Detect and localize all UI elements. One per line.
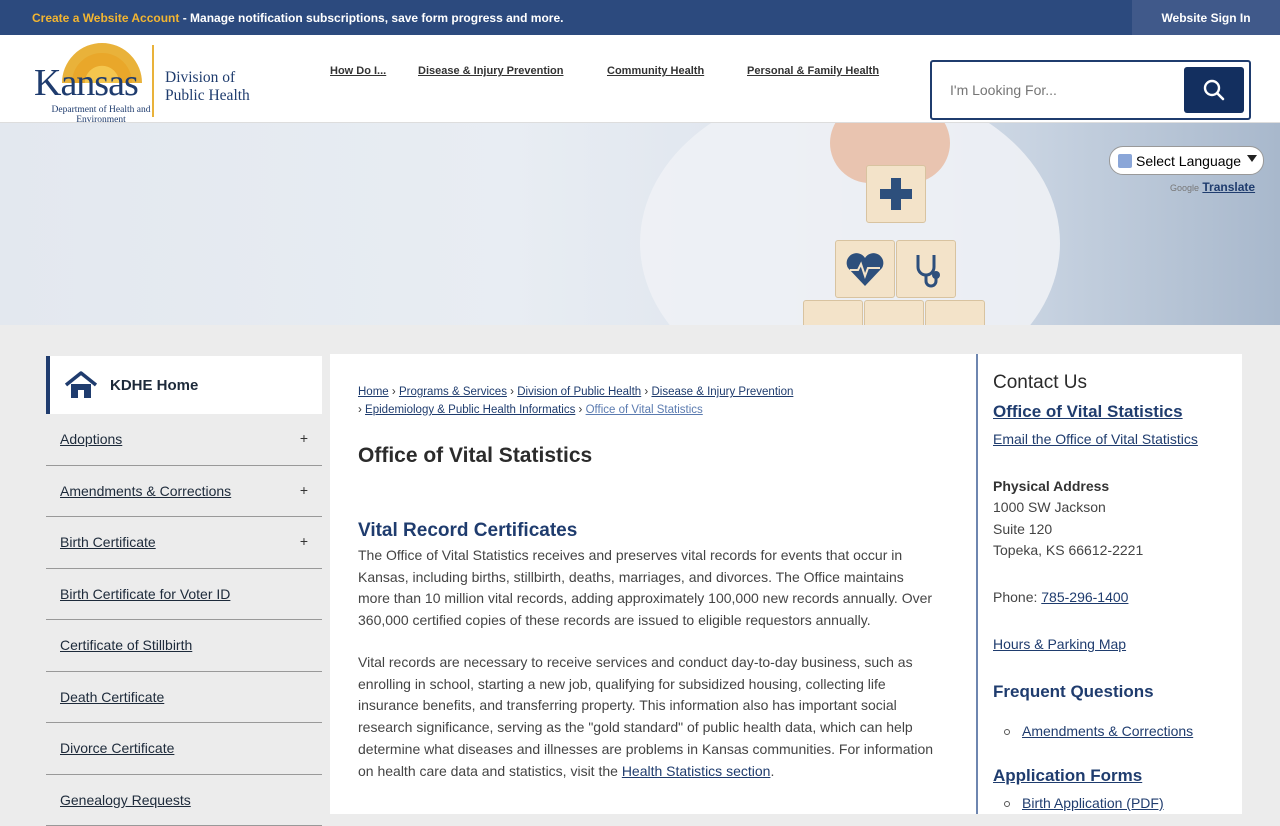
breadcrumb-division-public-health[interactable]: Division of Public Health bbox=[517, 386, 641, 398]
logo-divider bbox=[152, 45, 154, 117]
nav-community-health[interactable]: Community Health bbox=[607, 65, 704, 77]
promo-text: Create a Website Account - Manage notifi… bbox=[32, 11, 563, 25]
site-header: Kansas Department of Health and Environm… bbox=[0, 35, 1280, 123]
translate-link[interactable]: Translate bbox=[1202, 180, 1255, 194]
breadcrumb-disease-injury-prevention[interactable]: Disease & Injury Prevention bbox=[651, 386, 793, 398]
list-bullet-icon bbox=[1004, 729, 1010, 735]
section-title: Vital Record Certificates bbox=[358, 520, 577, 542]
expand-plus-icon[interactable]: + bbox=[300, 533, 308, 549]
medical-cross-block-icon bbox=[866, 165, 926, 223]
sidebar-item-label: Birth Certificate bbox=[60, 534, 156, 550]
expand-plus-icon[interactable]: + bbox=[300, 430, 308, 446]
logo-division-line-1: Division of bbox=[165, 69, 250, 87]
top-bar: Create a Website Account - Manage notifi… bbox=[0, 0, 1280, 35]
expand-plus-icon[interactable]: + bbox=[300, 482, 308, 498]
contact-sidebar: Contact Us Office of Vital Statistics Em… bbox=[976, 354, 1242, 814]
promo-description: - Manage notification subscriptions, sav… bbox=[179, 11, 563, 25]
logo-division-text: Division of Public Health bbox=[165, 69, 250, 105]
hero-banner-image bbox=[0, 123, 1280, 325]
breadcrumb-programs-services[interactable]: Programs & Services bbox=[399, 386, 507, 398]
sidebar-item-genealogy-requests[interactable]: Genealogy Requests bbox=[46, 775, 322, 826]
physical-address-label: Physical Address bbox=[993, 476, 1109, 498]
address-line-2: Suite 120 bbox=[993, 519, 1052, 541]
google-label: Google bbox=[1170, 183, 1199, 193]
breadcrumb-separator: › bbox=[510, 386, 514, 398]
nav-personal-family-health[interactable]: Personal & Family Health bbox=[747, 65, 879, 77]
sidebar-item-label: Birth Certificate for Voter ID bbox=[60, 586, 230, 602]
contact-us-heading: Contact Us bbox=[993, 372, 1087, 394]
chevron-down-icon bbox=[1247, 155, 1257, 162]
breadcrumb-separator: › bbox=[358, 404, 362, 416]
website-sign-in-button[interactable]: Website Sign In bbox=[1132, 0, 1280, 35]
vital-records-paragraph: Vital records are necessary to receive s… bbox=[358, 652, 938, 782]
google-translate-icon bbox=[1118, 154, 1132, 168]
address-line-3: Topeka, KS 66612-2221 bbox=[993, 540, 1143, 562]
sidebar-item-label: Divorce Certificate bbox=[60, 740, 174, 756]
person-block-icon bbox=[864, 300, 924, 325]
application-forms-heading[interactable]: Application Forms bbox=[993, 766, 1142, 786]
hours-parking-map-link[interactable]: Hours & Parking Map bbox=[993, 636, 1126, 652]
nav-disease-injury-prevention[interactable]: Disease & Injury Prevention bbox=[418, 65, 564, 77]
birth-application-pdf-link[interactable]: Birth Application (PDF) bbox=[1022, 795, 1164, 811]
breadcrumb-home[interactable]: Home bbox=[358, 386, 389, 398]
home-icon bbox=[64, 370, 98, 400]
breadcrumb-separator: › bbox=[392, 386, 396, 398]
select-language-dropdown[interactable]: Select Language bbox=[1109, 146, 1264, 175]
intro-paragraph: The Office of Vital Statistics receives … bbox=[358, 545, 938, 632]
health-statistics-link[interactable]: Health Statistics section bbox=[622, 763, 771, 779]
search-input[interactable] bbox=[950, 78, 1180, 102]
sidebar-item-certificate-of-stillbirth[interactable]: Certificate of Stillbirth bbox=[46, 620, 322, 672]
office-vital-statistics-link[interactable]: Office of Vital Statistics bbox=[993, 402, 1183, 422]
phone-row: Phone: 785-296-1400 bbox=[993, 587, 1128, 609]
sidebar-item-kdhe-home[interactable]: KDHE Home bbox=[46, 356, 322, 414]
sidebar-item-label: Adoptions bbox=[60, 431, 122, 447]
phone-label: Phone: bbox=[993, 589, 1041, 605]
sidebar-item-adoptions[interactable]: Adoptions + bbox=[46, 414, 322, 466]
create-account-link[interactable]: Create a Website Account bbox=[32, 11, 179, 25]
email-office-link[interactable]: Email the Office of Vital Statistics bbox=[993, 431, 1198, 447]
breadcrumb-epidemiology[interactable]: Epidemiology & Public Health Informatics bbox=[365, 404, 575, 416]
sidebar-item-birth-certificate[interactable]: Birth Certificate + bbox=[46, 517, 322, 569]
page-title: Office of Vital Statistics bbox=[358, 444, 592, 468]
sidebar-item-divorce-certificate[interactable]: Divorce Certificate bbox=[46, 723, 322, 775]
faq-amendments-corrections-link[interactable]: Amendments & Corrections bbox=[1022, 723, 1193, 739]
address-line-1: 1000 SW Jackson bbox=[993, 497, 1106, 519]
sidebar-item-label: Certificate of Stillbirth bbox=[60, 637, 192, 653]
paragraph-text: Vital records are necessary to receive s… bbox=[358, 654, 933, 779]
main-content: Home › Programs & Services › Division of… bbox=[330, 354, 976, 814]
powered-by-google: Google Translate bbox=[1170, 180, 1255, 194]
search-button[interactable] bbox=[1184, 67, 1244, 113]
kdhe-logo[interactable]: Kansas Department of Health and Environm… bbox=[32, 43, 257, 117]
sidebar-nav: KDHE Home Adoptions + Amendments & Corre… bbox=[46, 356, 322, 826]
paragraph-end: . bbox=[770, 763, 774, 779]
frequent-questions-heading: Frequent Questions bbox=[993, 682, 1154, 702]
sidebar-item-label: KDHE Home bbox=[110, 377, 198, 394]
sidebar-item-label: Death Certificate bbox=[60, 689, 164, 705]
triangle-block-icon bbox=[925, 300, 985, 325]
logo-department-text: Department of Health and Environment bbox=[46, 105, 156, 125]
logo-division-line-2: Public Health bbox=[165, 87, 250, 105]
phone-link[interactable]: 785-296-1400 bbox=[1041, 589, 1128, 605]
sidebar-item-death-certificate[interactable]: Death Certificate bbox=[46, 672, 322, 724]
breadcrumb-separator: › bbox=[644, 386, 648, 398]
stethoscope-block-icon bbox=[896, 240, 956, 298]
search-box bbox=[930, 60, 1251, 120]
nav-how-do-i[interactable]: How Do I... bbox=[330, 65, 386, 77]
sidebar-item-label: Amendments & Corrections bbox=[60, 483, 231, 499]
select-language-label: Select Language bbox=[1136, 153, 1241, 169]
list-bullet-icon bbox=[1004, 801, 1010, 807]
logo-kansas-text: Kansas bbox=[34, 61, 138, 105]
breadcrumb-separator: › bbox=[579, 404, 583, 416]
breadcrumb-current[interactable]: Office of Vital Statistics bbox=[586, 404, 703, 416]
sidebar-item-birth-certificate-voter-id[interactable]: Birth Certificate for Voter ID bbox=[46, 569, 322, 621]
search-icon bbox=[1203, 79, 1225, 101]
pill-block-icon bbox=[803, 300, 863, 325]
heart-block-icon bbox=[835, 240, 895, 298]
sidebar-item-amendments-corrections[interactable]: Amendments & Corrections + bbox=[46, 466, 322, 518]
breadcrumb: Home › Programs & Services › Division of… bbox=[358, 383, 818, 419]
